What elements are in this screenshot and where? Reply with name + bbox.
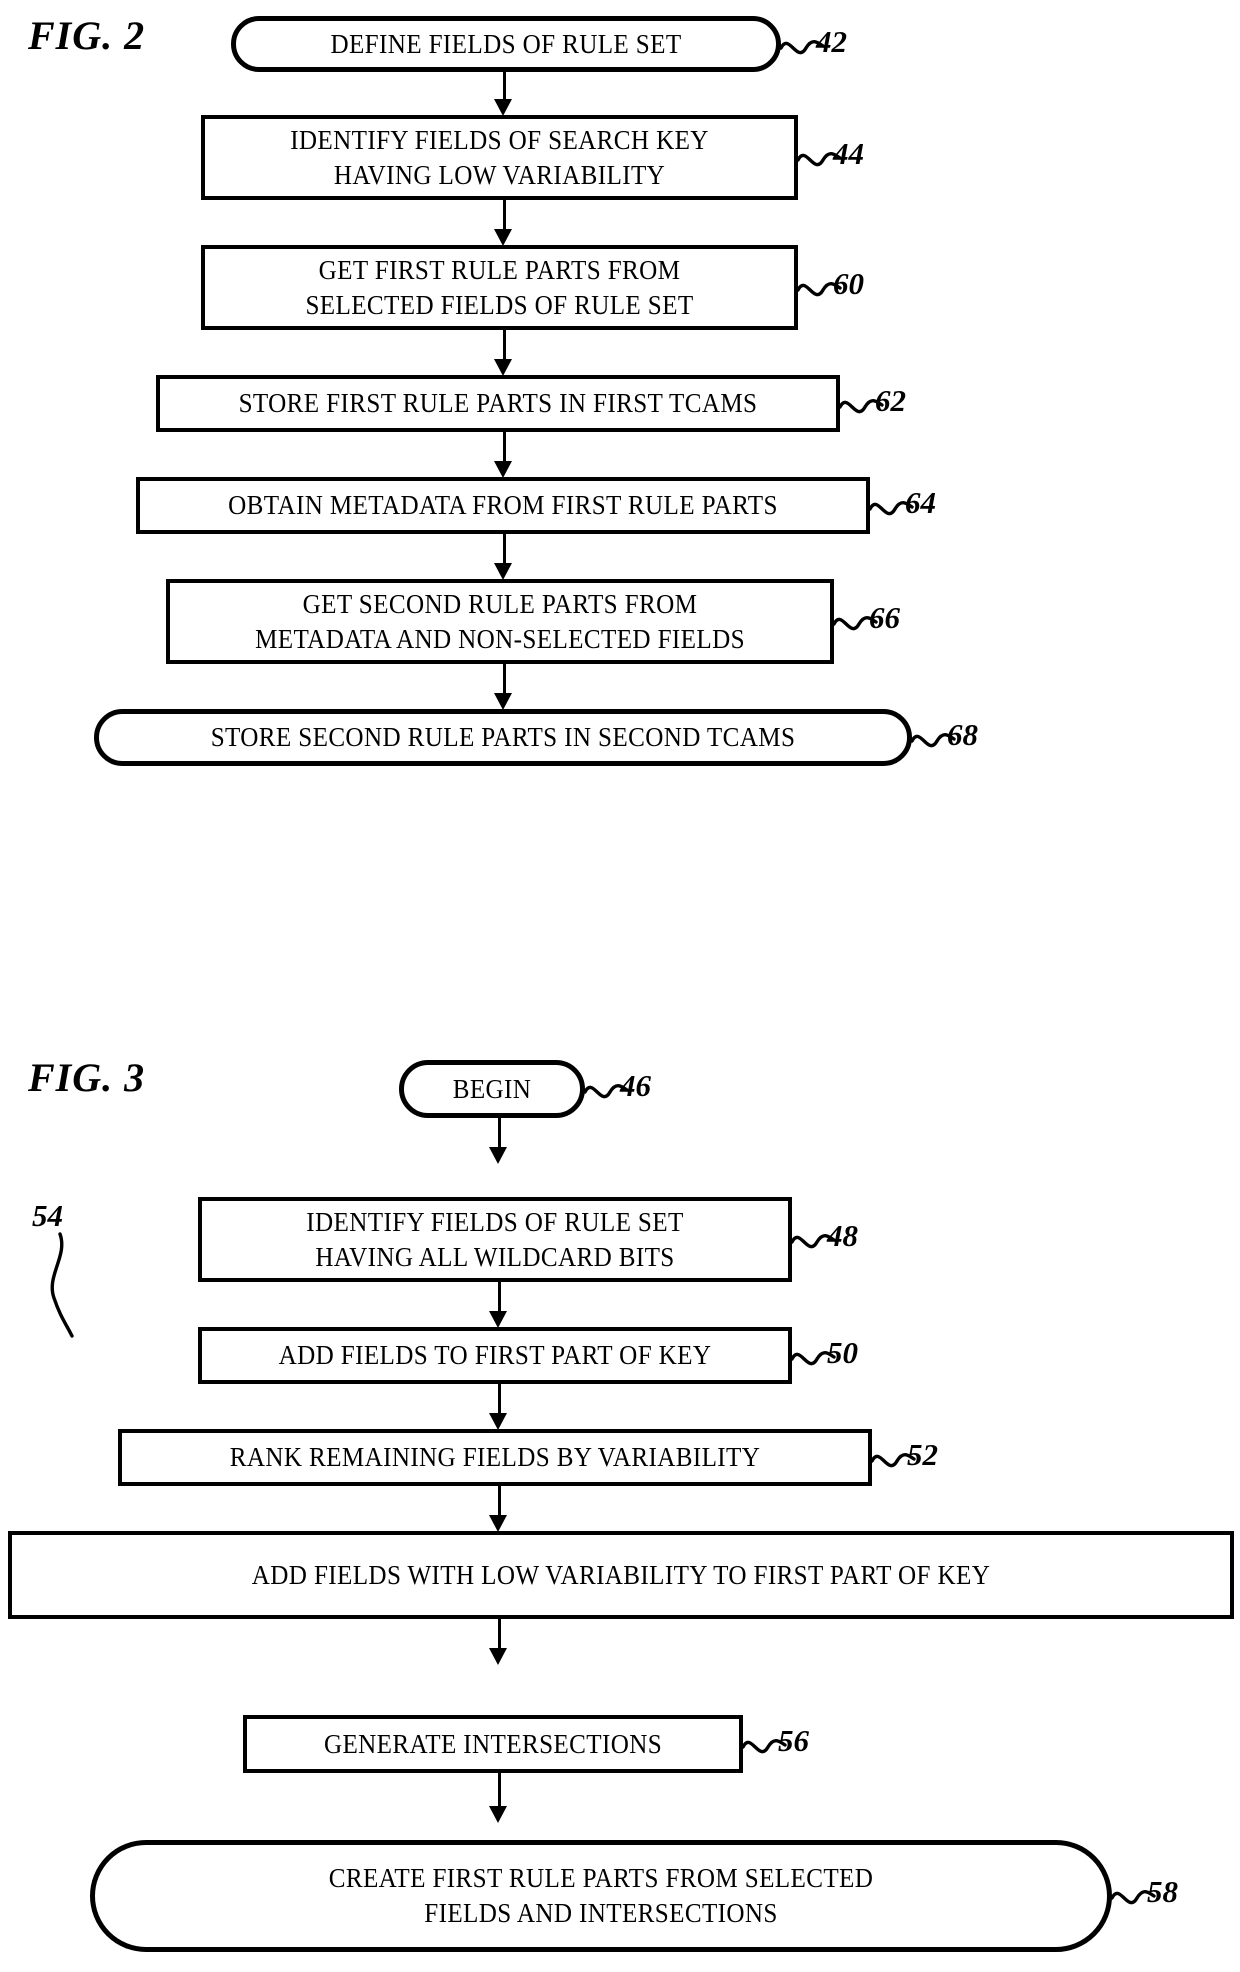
flow-node-64: OBTAIN METADATA FROM FIRST RULE PARTS (136, 477, 870, 534)
reference-numeral-60: 60 (833, 266, 864, 301)
reference-numeral-42: 42 (816, 24, 847, 59)
flow-node-58-label-line-1: CREATE FIRST RULE PARTS FROM SELECTED (328, 1863, 874, 1894)
patent-drawing-sheet: FIG. 2 DEFINE FIELDS OF RULE SET 42 IDEN… (0, 0, 1240, 1972)
flow-node-66: GET SECOND RULE PARTS FROM METADATA AND … (166, 579, 834, 664)
reference-numeral-56: 56 (778, 1723, 809, 1758)
flow-node-54: ADD FIELDS WITH LOW VARIABILITY TO FIRST… (8, 1531, 1234, 1619)
flow-node-60-label-line-2: SELECTED FIELDS OF RULE SET (305, 289, 694, 320)
arrowhead-56-to-58 (489, 1806, 507, 1823)
reference-numeral-62: 62 (875, 383, 906, 418)
flow-node-52-label: RANK REMAINING FIELDS BY VARIABILITY (229, 1442, 761, 1473)
arrowhead-62-to-64 (494, 461, 512, 478)
arrowhead-54-to-56 (489, 1648, 507, 1665)
flow-node-48-label-line-1: IDENTIFY FIELDS OF RULE SET (306, 1206, 684, 1237)
flow-node-60: GET FIRST RULE PARTS FROM SELECTED FIELD… (201, 245, 798, 330)
leader-line-54 (50, 1232, 74, 1338)
reference-numeral-46: 46 (620, 1068, 651, 1103)
flow-node-42: DEFINE FIELDS OF RULE SET (231, 16, 781, 72)
reference-numeral-58: 58 (1147, 1874, 1178, 1909)
reference-numeral-68: 68 (947, 717, 978, 752)
flow-node-68-label: STORE SECOND RULE PARTS IN SECOND TCAMS (210, 722, 796, 753)
flow-node-44-label-line-1: IDENTIFY FIELDS OF SEARCH KEY (290, 124, 709, 155)
arrowhead-42-to-44 (494, 99, 512, 116)
flow-node-52: RANK REMAINING FIELDS BY VARIABILITY (118, 1429, 872, 1486)
flow-node-60-label-line-1: GET FIRST RULE PARTS FROM (318, 254, 681, 285)
reference-numeral-48: 48 (827, 1218, 858, 1253)
flow-node-66-label-line-1: GET SECOND RULE PARTS FROM (302, 588, 698, 619)
arrowhead-50-to-52 (489, 1413, 507, 1430)
arrowhead-44-to-60 (494, 229, 512, 246)
flow-node-50: ADD FIELDS TO FIRST PART OF KEY (198, 1327, 792, 1384)
flow-node-56: GENERATE INTERSECTIONS (243, 1715, 743, 1773)
flow-node-44-label-line-2: HAVING LOW VARIABILITY (333, 159, 666, 190)
reference-numeral-50: 50 (827, 1335, 858, 1370)
arrowhead-60-to-62 (494, 359, 512, 376)
reference-numeral-64: 64 (905, 485, 936, 520)
flow-node-46: BEGIN (399, 1060, 585, 1118)
reference-numeral-44: 44 (833, 136, 864, 171)
reference-numeral-54: 54 (32, 1198, 63, 1233)
flow-node-58: CREATE FIRST RULE PARTS FROM SELECTED FI… (90, 1840, 1112, 1952)
flow-node-42-label: DEFINE FIELDS OF RULE SET (330, 28, 682, 59)
flow-node-62-label: STORE FIRST RULE PARTS IN FIRST TCAMS (238, 388, 758, 419)
reference-numeral-52: 52 (907, 1437, 938, 1472)
flow-node-44: IDENTIFY FIELDS OF SEARCH KEY HAVING LOW… (201, 115, 798, 200)
flow-node-62: STORE FIRST RULE PARTS IN FIRST TCAMS (156, 375, 840, 432)
flow-node-50-label: ADD FIELDS TO FIRST PART OF KEY (278, 1340, 712, 1371)
arrowhead-48-to-50 (489, 1311, 507, 1328)
arrowhead-52-to-54 (489, 1515, 507, 1532)
arrowhead-46-to-48 (489, 1147, 507, 1164)
figure-caption-fig-3: FIG. 3 (28, 1055, 146, 1100)
flow-node-68: STORE SECOND RULE PARTS IN SECOND TCAMS (94, 709, 912, 766)
flow-node-64-label: OBTAIN METADATA FROM FIRST RULE PARTS (228, 490, 778, 521)
flow-node-54-label: ADD FIELDS WITH LOW VARIABILITY TO FIRST… (251, 1559, 991, 1590)
connector-42-to-44 (503, 72, 506, 102)
arrowhead-64-to-66 (494, 563, 512, 580)
flow-node-66-label-line-2: METADATA AND NON-SELECTED FIELDS (255, 623, 745, 654)
flow-node-58-label-line-2: FIELDS AND INTERSECTIONS (424, 1898, 778, 1928)
connector-56-to-58 (498, 1773, 501, 1810)
figure-caption-fig-2: FIG. 2 (28, 13, 146, 58)
flow-node-56-label: GENERATE INTERSECTIONS (323, 1728, 663, 1759)
reference-numeral-66: 66 (869, 600, 900, 635)
flow-node-46-label: BEGIN (452, 1073, 532, 1104)
arrowhead-66-to-68 (494, 693, 512, 710)
flow-node-48: IDENTIFY FIELDS OF RULE SET HAVING ALL W… (198, 1197, 792, 1282)
flow-node-48-label-line-2: HAVING ALL WILDCARD BITS (315, 1241, 675, 1272)
